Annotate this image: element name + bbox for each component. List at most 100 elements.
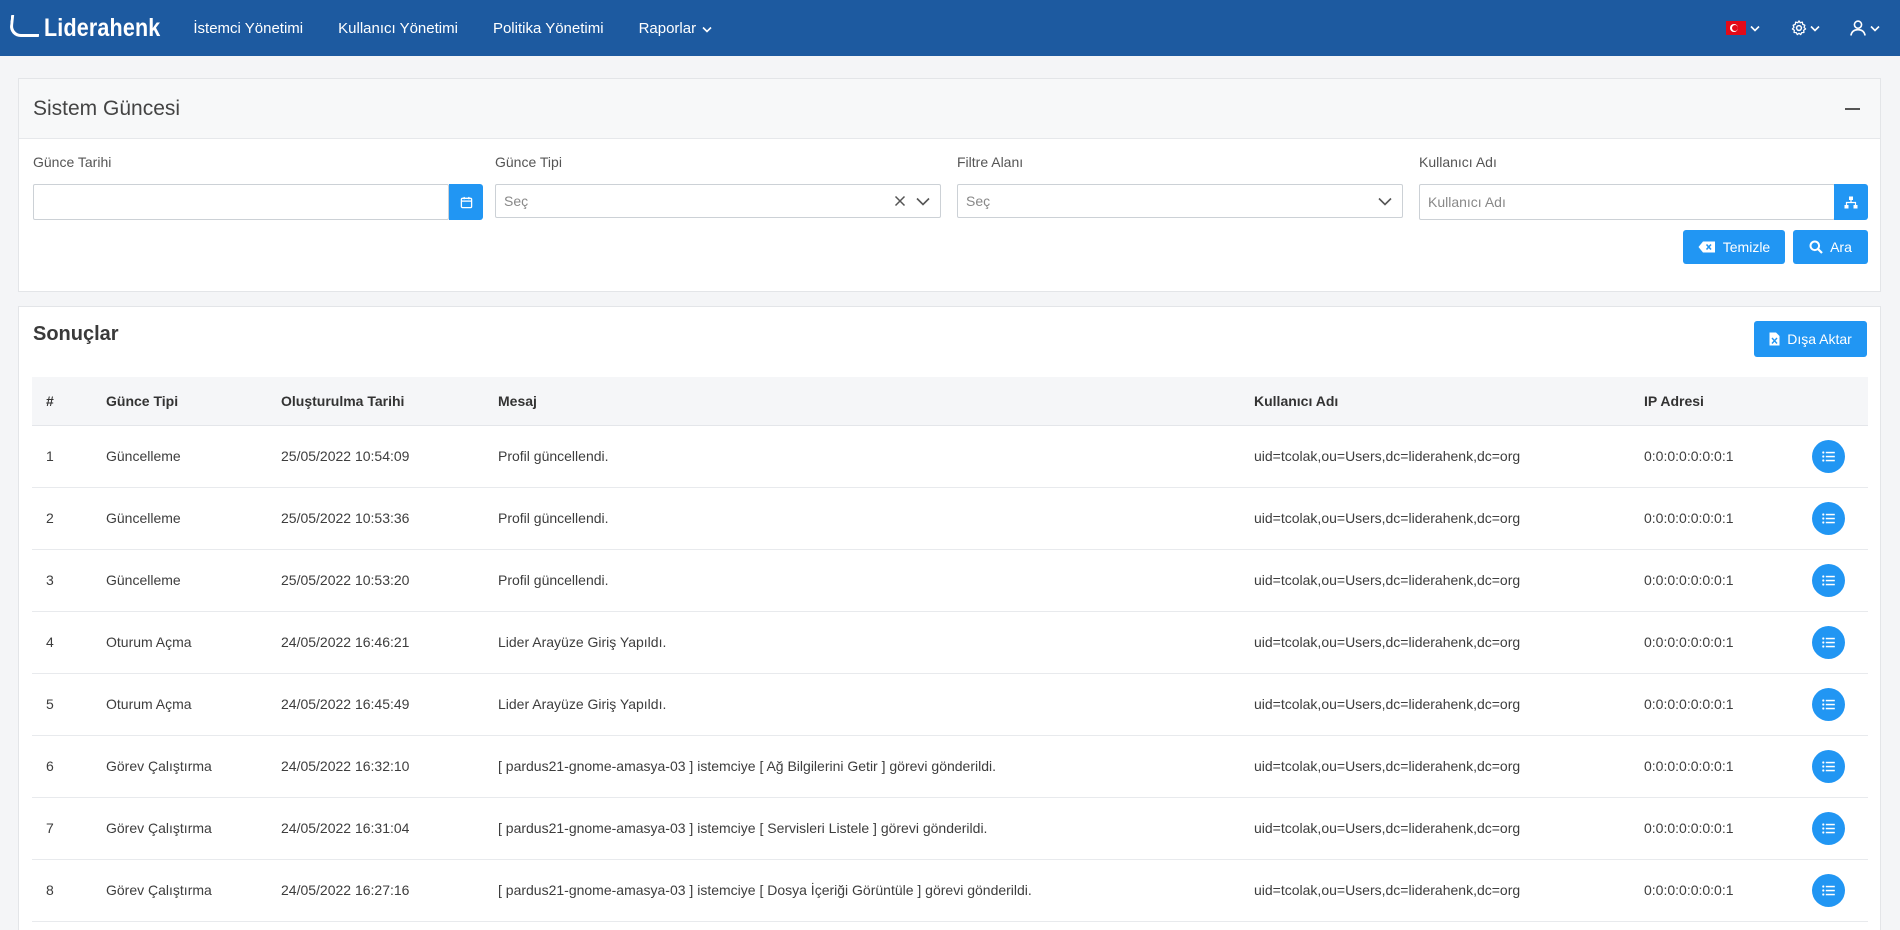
chevron-down-icon [1750, 25, 1760, 32]
row-actions [1798, 735, 1868, 797]
row-detail-button[interactable] [1812, 439, 1845, 473]
gear-icon [1791, 20, 1807, 36]
calendar-button[interactable] [449, 184, 483, 220]
language-selector[interactable] [1726, 21, 1760, 35]
row-detail-button[interactable] [1812, 811, 1845, 845]
row-ip-address: 0:0:0:0:0:0:0:1 [1644, 882, 1734, 898]
list-icon [1822, 760, 1835, 772]
log-date-input[interactable] [33, 184, 449, 220]
filter-panel-header: Sistem Güncesi [19, 79, 1880, 139]
export-button-label: Dışa Aktar [1787, 331, 1852, 347]
username-placeholder: Kullanıcı Adı [1428, 194, 1506, 210]
nav-item-policy-management[interactable]: Politika Yönetimi [493, 20, 604, 37]
nav-item-user-management[interactable]: Kullanıcı Yönetimi [338, 20, 458, 37]
nav-item-reports[interactable]: Raporlar [639, 20, 713, 37]
select-icons [894, 185, 930, 217]
filter-area-label: Filtre Alanı [957, 154, 1024, 170]
row-message: [ pardus21-gnome-amasya-03 ] istemciye [… [498, 758, 997, 774]
row-log-type: Görev Çalıştırma [106, 820, 212, 836]
brand-logo[interactable]: Liderahenk [8, 0, 179, 56]
list-icon [1822, 636, 1835, 648]
list-icon [1822, 574, 1835, 586]
row-message: Profil güncellendi. [498, 510, 609, 526]
row-message: Profil güncellendi. [498, 572, 609, 588]
log-type-label: Günce Tipi [495, 154, 562, 170]
top-navbar: Liderahenk İstemci Yönetimi Kullanıcı Yö… [0, 0, 1900, 56]
filter-area-select[interactable]: Seç [957, 184, 1403, 218]
log-date-field: Günce Tarihi [33, 154, 483, 224]
user-tree-button[interactable] [1834, 184, 1868, 220]
clear-x-icon[interactable] [894, 195, 906, 207]
filter-area-value: Seç [966, 193, 991, 209]
column-header-message: Mesaj [484, 377, 1240, 426]
clear-button-label: Temizle [1722, 239, 1771, 255]
row-username: uid=tcolak,ou=Users,dc=liderahenk,dc=org [1254, 572, 1521, 588]
nav-item-client-management[interactable]: İstemci Yönetimi [193, 20, 303, 37]
row-actions [1798, 487, 1868, 549]
row-username: uid=tcolak,ou=Users,dc=liderahenk,dc=org [1254, 510, 1521, 526]
search-button-label: Ara [1830, 239, 1852, 255]
list-icon [1822, 822, 1835, 834]
row-log-type: Görev Çalıştırma [106, 758, 212, 774]
chevron-down-icon [1378, 197, 1392, 206]
row-actions [1798, 425, 1868, 487]
row-index: 5 [46, 696, 54, 712]
row-detail-button[interactable] [1812, 625, 1845, 659]
log-type-select[interactable]: Seç [495, 184, 941, 218]
row-actions [1798, 549, 1868, 611]
system-log-filter-panel: Sistem Güncesi Günce Tarihi Günce Tipi S… [18, 78, 1881, 292]
row-detail-button[interactable] [1812, 501, 1845, 535]
row-created-date: 24/05/2022 16:31:04 [281, 820, 410, 836]
chevron-down-icon [1810, 25, 1820, 32]
row-detail-button[interactable] [1812, 563, 1845, 597]
file-excel-icon [1769, 332, 1780, 346]
user-menu[interactable] [1848, 18, 1880, 38]
search-icon [1809, 240, 1823, 254]
user-icon [1850, 20, 1866, 36]
username-input[interactable]: Kullanıcı Adı [1419, 184, 1835, 220]
row-log-type: Görev Çalıştırma [106, 882, 212, 898]
row-actions [1798, 859, 1868, 921]
column-header-index: # [32, 377, 92, 426]
row-detail-button[interactable] [1812, 873, 1845, 907]
list-icon [1822, 884, 1835, 896]
log-type-value: Seç [504, 193, 529, 209]
row-username: uid=tcolak,ou=Users,dc=liderahenk,dc=org [1254, 448, 1521, 464]
row-username: uid=tcolak,ou=Users,dc=liderahenk,dc=org [1254, 882, 1521, 898]
collapse-button[interactable] [1845, 108, 1860, 110]
settings-menu[interactable] [1790, 19, 1820, 37]
table-row: 7 Görev Çalıştırma 24/05/2022 16:31:04 [ pa… [32, 797, 1868, 859]
clear-button[interactable]: Temizle [1683, 230, 1785, 264]
table-row: 3 Güncelleme 25/05/2022 10:53:20 Profil gün… [32, 549, 1868, 611]
nav-item-label: Raporlar [638, 19, 697, 37]
row-index: 6 [46, 758, 54, 774]
row-ip-address: 0:0:0:0:0:0:0:1 [1644, 572, 1734, 588]
row-index: 2 [46, 510, 54, 526]
row-created-date: 24/05/2022 16:27:16 [281, 882, 410, 898]
table-header-row: # Günce Tipi Oluşturulma Tarihi Mesaj Ku… [32, 377, 1868, 426]
export-button[interactable]: Dışa Aktar [1754, 321, 1867, 357]
column-header-created-date: Oluşturulma Tarihi [267, 377, 484, 426]
row-index: 1 [46, 448, 54, 464]
column-header-actions [1798, 377, 1868, 426]
table-row: 6 Görev Çalıştırma 24/05/2022 16:32:10 [ pa… [32, 735, 1868, 797]
row-detail-button[interactable] [1812, 687, 1845, 721]
row-index: 3 [46, 572, 54, 588]
row-index: 7 [46, 820, 54, 836]
row-created-date: 25/05/2022 10:54:09 [281, 448, 410, 464]
table-row: 5 Oturum Açma 24/05/2022 16:45:49 Lider Ara… [32, 673, 1868, 735]
row-ip-address: 0:0:0:0:0:0:0:1 [1644, 820, 1734, 836]
backspace-icon [1698, 241, 1715, 253]
table-row: 4 Oturum Açma 24/05/2022 16:46:21 Lider Ara… [32, 611, 1868, 673]
row-created-date: 24/05/2022 16:32:10 [281, 758, 410, 774]
search-button[interactable]: Ara [1793, 230, 1868, 264]
turkish-flag-icon [1726, 21, 1746, 35]
row-actions [1798, 611, 1868, 673]
row-ip-address: 0:0:0:0:0:0:0:1 [1644, 696, 1734, 712]
results-table: # Günce Tipi Oluşturulma Tarihi Mesaj Ku… [32, 377, 1868, 922]
logo-mark-icon [8, 15, 42, 37]
results-panel: Sonuçlar Dışa Aktar # Günce Tipi Oluştur… [18, 306, 1881, 930]
row-detail-button[interactable] [1812, 749, 1845, 783]
main-menu: İstemci Yönetimi Kullanıcı Yönetimi Poli… [193, 20, 747, 37]
username-field: Kullanıcı Adı Kullanıcı Adı [1419, 154, 1869, 224]
